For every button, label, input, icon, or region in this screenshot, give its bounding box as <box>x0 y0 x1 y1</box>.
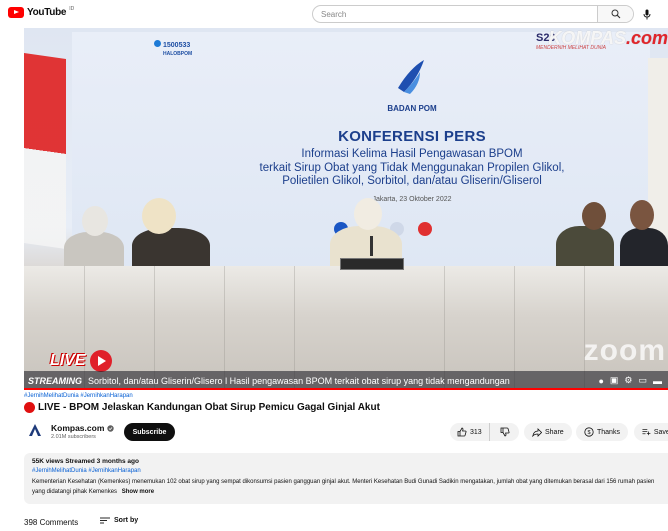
save-playlist-icon <box>642 428 651 436</box>
person-2-head <box>142 198 176 234</box>
hotline-number: 1500533 <box>163 42 191 49</box>
live-dot-icon <box>24 402 35 413</box>
search-box <box>312 5 634 23</box>
sort-by-button[interactable]: Sort by <box>100 517 138 524</box>
live-play-icon <box>90 350 112 372</box>
subscriber-count: 2.01M subscribers <box>51 434 96 440</box>
captions-icon[interactable]: ▣ <box>610 375 619 386</box>
voice-search-button[interactable] <box>640 7 654 21</box>
person-1-head <box>82 206 108 236</box>
channel-name-text[interactable]: Kompas.com <box>51 423 104 433</box>
thumbs-up-icon <box>457 427 467 437</box>
sort-icon <box>100 517 110 524</box>
theater-icon[interactable]: ▬ <box>653 376 662 386</box>
video-player[interactable]: 1500533 HALOBPOM BADAN POM KONFERENSI PE… <box>24 28 668 390</box>
svg-text:$: $ <box>587 430 590 436</box>
live-label: LIVE <box>50 352 86 369</box>
indonesian-flag <box>24 53 66 249</box>
bpom-logo-icon <box>398 60 424 94</box>
video-title: LIVE - BPOM Jelaskan Kandungan Obat Siru… <box>24 402 380 413</box>
share-icon <box>532 427 542 437</box>
save-button[interactable]: Save <box>634 423 668 441</box>
verified-icon <box>107 424 115 432</box>
description-text: Kementerian Kesehatan (Kemenkes) menemuk… <box>32 477 668 497</box>
person-3-head <box>354 198 382 230</box>
player-controls: ● ▣ ⚙ ▭ ▬ <box>598 375 662 386</box>
zoom-watermark: zoom <box>583 334 666 367</box>
table-microphone <box>370 236 373 256</box>
video-title-text: LIVE - BPOM Jelaskan Kandungan Obat Siru… <box>38 402 380 413</box>
nameplate <box>340 258 404 270</box>
description-box[interactable]: 55K views Streamed 3 months ago #JernihM… <box>24 453 668 504</box>
share-button[interactable]: Share <box>524 423 572 441</box>
channel-avatar[interactable] <box>28 423 42 437</box>
progress-bar[interactable] <box>24 388 668 390</box>
progress-fill <box>24 388 668 390</box>
description-hashtags[interactable]: #JernihMelihatDunia #JernihkanHarapan <box>32 468 141 474</box>
kompas-watermark-suffix: .com <box>625 28 668 48</box>
slide-line-1: Informasi Kelima Hasil Pengawasan BPOM <box>301 148 523 160</box>
youtube-play-icon <box>8 7 24 18</box>
thanks-label: Thanks <box>597 428 620 436</box>
kompas-watermark: KOMPAS.com <box>548 28 668 49</box>
share-label: Share <box>545 428 564 436</box>
microphone-icon <box>643 9 651 19</box>
bpom-logo-name: BADAN POM <box>387 104 437 113</box>
youtube-logo-text: YouTube <box>27 7 67 18</box>
ticker-stream-label: STREAMING <box>28 375 82 386</box>
thanks-icon: $ <box>584 427 594 437</box>
top-bar: YouTube ID <box>0 0 668 28</box>
youtube-logo[interactable]: YouTube ID <box>8 5 75 18</box>
like-button[interactable]: 313 <box>450 423 490 441</box>
slide-line-3: Polietilen Glikol, Sorbitol, dan/atau Gl… <box>282 175 542 187</box>
search-input[interactable] <box>313 6 597 22</box>
slide-line-2: terkait Sirup Obat yang Tidak Menggunaka… <box>259 161 565 174</box>
slide-date: Jakarta, 23 Oktober 2022 <box>372 196 452 203</box>
slide-body: Informasi Kelima Hasil Pengawasan BPOM t… <box>172 148 652 189</box>
like-count: 313 <box>470 428 482 436</box>
sort-by-label: Sort by <box>114 517 139 524</box>
save-label: Save <box>653 428 668 436</box>
ticker-text: Sorbitol, dan/atau Gliserin/Glisero l Ha… <box>88 375 510 386</box>
search-button[interactable] <box>597 6 633 22</box>
kompas-watermark-text: KOMPAS <box>548 28 626 48</box>
thanks-button[interactable]: $ Thanks <box>576 423 628 441</box>
hotline-logo: 1500533 HALOBPOM <box>154 40 192 58</box>
slide-heading: KONFERENSI PERS <box>338 128 486 145</box>
settings-dot-icon[interactable]: ● <box>598 376 603 386</box>
video-hashtags[interactable]: #JernihMelihatDunia #JernihkanHarapan <box>24 393 133 399</box>
thumbs-down-icon <box>500 427 510 437</box>
region-code: ID <box>69 5 75 12</box>
search-icon <box>611 9 620 19</box>
youtube-icon <box>418 222 432 236</box>
miniplayer-icon[interactable]: ▭ <box>638 375 647 386</box>
show-more-button[interactable]: Show more <box>122 489 154 495</box>
hotline-label: HALOBPOM <box>163 51 193 57</box>
subscribe-button[interactable]: Subscribe <box>124 423 175 441</box>
like-dislike-bar: 313 <box>450 423 519 441</box>
person-4-head <box>582 202 606 230</box>
dislike-button[interactable] <box>493 423 517 441</box>
person-5-head <box>630 200 654 230</box>
comment-count: 398 Comments <box>24 518 79 527</box>
gear-icon[interactable]: ⚙ <box>624 375 632 386</box>
channel-name[interactable]: Kompas.com <box>51 423 115 433</box>
view-stats: 55K views Streamed 3 months ago <box>32 458 139 465</box>
